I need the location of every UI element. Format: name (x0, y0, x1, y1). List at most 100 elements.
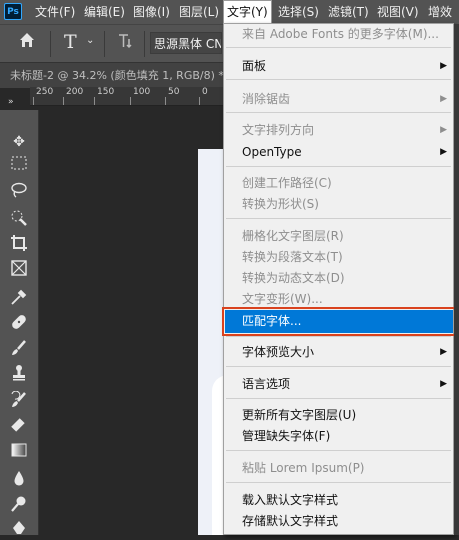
menu-item-label: 粘贴 Lorem Ipsum(P) (242, 461, 365, 475)
type-tool-icon[interactable]: T (64, 31, 77, 53)
menu-item-language-options[interactable]: 语言选项 ▶ (224, 374, 453, 395)
submenu-arrow-icon: ▶ (440, 94, 447, 104)
menu-bar: Ps 文件(F) 编辑(E) 图像(I) 图层(L) 文字(Y) 选择(S) 滤… (0, 0, 459, 24)
brush-tool-icon[interactable] (9, 339, 29, 359)
gradient-tool-icon[interactable] (9, 443, 29, 463)
ruler-tick (165, 97, 166, 105)
move-tool-icon[interactable]: ✥ (9, 132, 29, 152)
menu-item-load-default-type-styles[interactable]: 载入默认文字样式 (224, 490, 453, 511)
healing-brush-tool-icon[interactable] (9, 313, 29, 333)
chevron-down-icon[interactable]: ⌄ (86, 35, 94, 46)
home-icon[interactable] (18, 31, 36, 54)
tools-panel: ✥ (0, 110, 39, 535)
menu-item-match-font[interactable]: 匹配字体... (222, 307, 456, 336)
menu-divider (226, 398, 451, 399)
menu-select[interactable]: 选择(S) (278, 0, 319, 24)
menu-item-label: 文字排列方向 (242, 123, 315, 137)
ruler-tick (33, 97, 34, 105)
ruler-tick (199, 97, 200, 105)
lasso-tool-icon[interactable] (9, 182, 29, 202)
menu-filter[interactable]: 滤镜(T) (328, 0, 369, 24)
menu-item-label: 字体预览大小 (242, 345, 315, 359)
photoshop-logo: Ps (4, 3, 22, 20)
menu-item-warp-text[interactable]: 文字变形(W)... (224, 289, 453, 310)
menu-item-paste-lorem-ipsum[interactable]: 粘贴 Lorem Ipsum(P) (224, 458, 453, 479)
document-tab[interactable]: 未标题-2 @ 34.2% (颜色填充 1, RGB/8) * (10, 63, 224, 88)
menu-item-label: 更新所有文字图层(U) (242, 408, 357, 422)
ruler-tick (63, 97, 64, 105)
menu-item-label: 匹配字体... (242, 314, 302, 328)
menu-item-opentype[interactable]: OpenType ▶ (224, 142, 453, 163)
menu-item-rasterize-type-layer[interactable]: 栅格化文字图层(R) (224, 226, 453, 247)
menu-item-update-all-type-layers[interactable]: 更新所有文字图层(U) (224, 405, 453, 426)
menu-item-anti-alias[interactable]: 消除锯齿 ▶ (224, 89, 453, 110)
menu-item-convert-to-dynamic[interactable]: 转换为动态文本(D) (224, 268, 453, 289)
ruler-label: 100 (133, 87, 151, 97)
submenu-arrow-icon: ▶ (440, 61, 447, 71)
menu-divider (226, 79, 451, 80)
menu-item-convert-to-shape[interactable]: 转换为形状(S) (224, 194, 453, 215)
font-family-select[interactable]: 思源黑体 CN (150, 32, 222, 54)
blur-tool-icon[interactable] (9, 470, 29, 490)
menu-item-label: 文字变形(W)... (242, 292, 323, 306)
ruler-label: 250 (36, 87, 54, 97)
menu-item-label: 语言选项 (242, 377, 291, 391)
menu-item-text-orientation[interactable]: 文字排列方向 ▶ (224, 120, 453, 141)
eraser-tool-icon[interactable] (9, 417, 29, 437)
eyedropper-tool-icon[interactable] (9, 288, 29, 308)
menu-item-label: 消除锯齿 (242, 92, 291, 106)
quick-select-tool-icon[interactable] (9, 209, 29, 229)
menu-item-label: 面板 (242, 59, 267, 73)
menu-divider (226, 218, 451, 219)
menu-item-label: 转换为形状(S) (242, 197, 319, 211)
ruler-tick (130, 97, 131, 105)
menu-view[interactable]: 视图(V) (377, 0, 419, 24)
menu-item-label: OpenType (242, 145, 302, 159)
menu-item-label: 来自 Adobe Fonts 的更多字体(M)... (242, 27, 439, 41)
menu-divider (226, 366, 451, 367)
ruler-label: 200 (66, 87, 84, 97)
submenu-arrow-icon: ▶ (440, 147, 447, 157)
crop-tool-icon[interactable] (9, 234, 29, 254)
menu-item-convert-to-paragraph[interactable]: 转换为段落文本(T) (224, 247, 453, 268)
marquee-tool-icon[interactable] (9, 156, 29, 176)
menu-divider (226, 482, 451, 483)
menu-item-manage-missing-fonts[interactable]: 管理缺失字体(F) (224, 426, 453, 447)
separator (104, 31, 105, 57)
menu-divider (226, 166, 451, 167)
menu-item-font-preview-size[interactable]: 字体预览大小 ▶ (224, 342, 453, 363)
stamp-tool-icon[interactable] (9, 364, 29, 384)
menu-edit[interactable]: 编辑(E) (84, 0, 125, 24)
menu-item-create-work-path[interactable]: 创建工作路径(C) (224, 173, 453, 194)
pen-tool-icon[interactable] (9, 520, 29, 540)
menu-divider (226, 47, 451, 48)
submenu-arrow-icon: ▶ (440, 379, 447, 389)
menu-plugins[interactable]: 增效 (428, 0, 452, 24)
dodge-tool-icon[interactable] (9, 495, 29, 515)
menu-item-label: 转换为动态文本(D) (242, 271, 345, 285)
type-menu-dropdown: 来自 Adobe Fonts 的更多字体(M)... 面板 ▶ 消除锯齿 ▶ 文字排… (222, 23, 456, 535)
ruler-tick (94, 97, 95, 105)
scrollbar[interactable] (454, 24, 459, 535)
history-brush-tool-icon[interactable] (9, 390, 29, 411)
menu-divider (226, 112, 451, 113)
menu-file[interactable]: 文件(F) (35, 0, 75, 24)
submenu-arrow-icon: ▶ (440, 347, 447, 357)
menu-item-adobe-fonts[interactable]: 来自 Adobe Fonts 的更多字体(M)... (224, 24, 453, 45)
frame-tool-icon[interactable] (9, 260, 29, 280)
collapse-panel-icon[interactable]: » (0, 96, 30, 110)
menu-image[interactable]: 图像(I) (133, 0, 170, 24)
menu-divider (226, 336, 451, 337)
separator (144, 31, 145, 57)
ruler-label: 50 (168, 87, 180, 97)
menu-item-label: 创建工作路径(C) (242, 176, 332, 190)
menu-type[interactable]: 文字(Y) (223, 0, 272, 24)
menu-divider (226, 450, 451, 451)
menu-item-panels[interactable]: 面板 ▶ (224, 56, 453, 77)
menu-item-label: 转换为段落文本(T) (242, 250, 343, 264)
text-orientation-icon[interactable] (116, 32, 134, 55)
menu-layer[interactable]: 图层(L) (179, 0, 219, 24)
menu-item-save-default-type-styles[interactable]: 存储默认文字样式 (224, 511, 453, 532)
submenu-arrow-icon: ▶ (440, 125, 447, 135)
menu-item-label: 存储默认文字样式 (242, 514, 339, 528)
